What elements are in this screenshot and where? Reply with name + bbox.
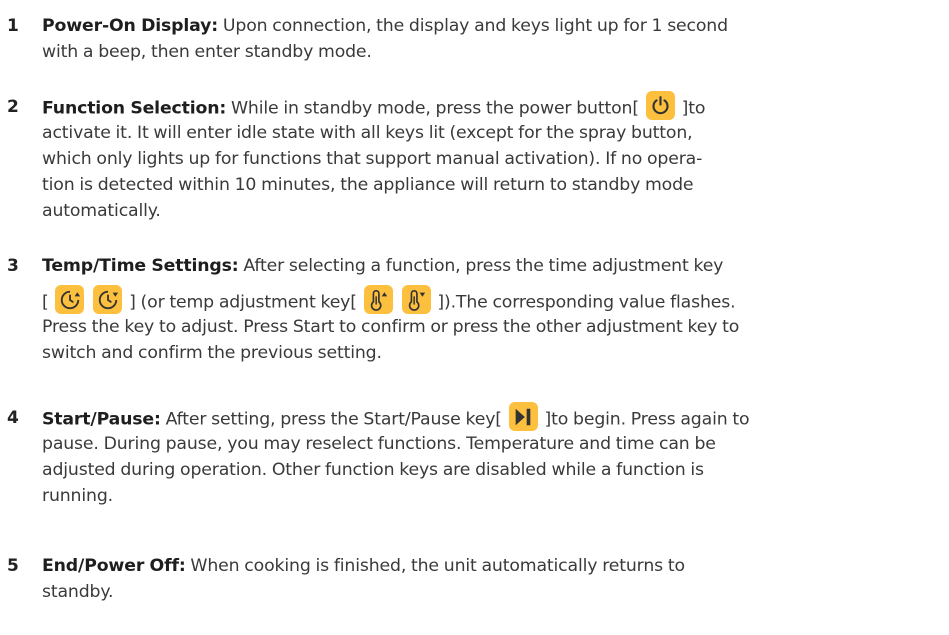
step-text-segment: While in standby mode, press the power b… bbox=[226, 98, 644, 119]
step-line: When cooking is finished, the unit autom… bbox=[185, 556, 685, 576]
step-line: activate it. It will enter idle state wi… bbox=[42, 123, 693, 143]
temp-down-icon bbox=[401, 285, 431, 314]
instruction-page: 1 Power-On Display: Upon connection, the… bbox=[0, 0, 949, 635]
time-down-icon bbox=[93, 285, 123, 314]
step-line: adjusted during operation. Other functio… bbox=[42, 460, 704, 480]
temp-up-icon bbox=[363, 285, 393, 314]
step-line: Upon connection, the display and keys li… bbox=[218, 16, 728, 36]
step-text-segment: ]to begin. Press again to bbox=[539, 409, 750, 430]
step-text-segment: ]to bbox=[676, 98, 706, 119]
step-line: running. bbox=[42, 486, 113, 506]
step-text-segment: [ bbox=[42, 292, 54, 313]
step-text: Power-On Display: Upon connection, the d… bbox=[42, 13, 942, 65]
step-line: which only lights up for functions that … bbox=[42, 149, 703, 169]
step-title: End/Power Off: bbox=[42, 556, 186, 576]
step-text: Start/Pause: After setting, press the St… bbox=[42, 402, 942, 509]
step-title: Temp/Time Settings: bbox=[42, 256, 239, 276]
start-pause-icon bbox=[508, 402, 538, 431]
step-number: 3 bbox=[7, 256, 19, 276]
power-icon bbox=[645, 91, 675, 120]
step-line: automatically. bbox=[42, 201, 161, 221]
step-line: standby. bbox=[42, 582, 114, 602]
step-line: Press the key to adjust. Press Start to … bbox=[42, 317, 740, 337]
step-line: switch and confirm the previous setting. bbox=[42, 343, 382, 363]
step-line: pause. During pause, you may reselect fu… bbox=[42, 434, 716, 454]
step-title: Start/Pause: bbox=[42, 409, 161, 430]
step-text-segment: ] (or temp adjustment key[ bbox=[124, 292, 362, 313]
step-number: 1 bbox=[7, 16, 19, 36]
step-line: with a beep, then enter standby mode. bbox=[42, 42, 372, 62]
step-number: 5 bbox=[7, 556, 19, 576]
step-text-segment: After selecting a function, press the ti… bbox=[238, 256, 724, 276]
step-line: tion is detected within 10 minutes, the … bbox=[42, 175, 694, 195]
step-title: Function Selection: bbox=[42, 98, 227, 119]
step-text: Temp/Time Settings: After selecting a fu… bbox=[42, 253, 942, 366]
step-text-segment: After setting, press the Start/Pause key… bbox=[160, 409, 507, 430]
step-text: End/Power Off: When cooking is finished,… bbox=[42, 553, 942, 605]
step-text-segment: ]).The corresponding value flashes. bbox=[432, 292, 736, 313]
step-number: 2 bbox=[7, 97, 19, 117]
step-title: Power-On Display: bbox=[42, 16, 219, 36]
time-up-icon bbox=[55, 285, 85, 314]
step-number: 4 bbox=[7, 408, 19, 428]
step-text: Function Selection: While in standby mod… bbox=[42, 91, 942, 224]
